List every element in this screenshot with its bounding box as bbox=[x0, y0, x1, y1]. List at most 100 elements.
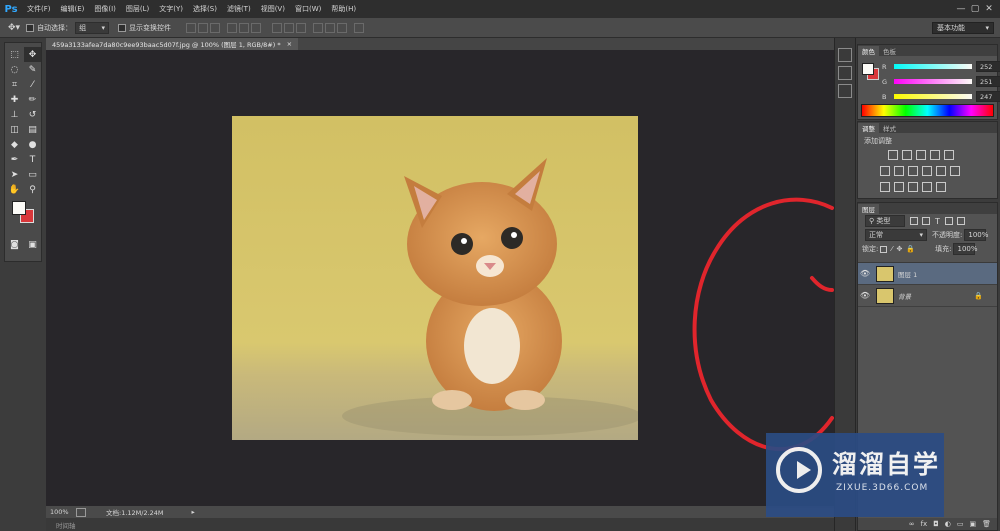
distribute-right-icon[interactable] bbox=[337, 22, 348, 33]
minimize-icon[interactable]: — bbox=[954, 2, 968, 16]
photo-filter-icon[interactable] bbox=[922, 166, 932, 176]
menu-window[interactable]: 窗口(W) bbox=[290, 4, 326, 14]
hue-saturation-icon[interactable] bbox=[880, 166, 890, 176]
status-menu-arrow-icon[interactable]: ▸ bbox=[192, 508, 195, 516]
menu-type[interactable]: 文字(Y) bbox=[154, 4, 188, 14]
visibility-eye-icon[interactable]: 👁 bbox=[858, 269, 872, 278]
menu-edit[interactable]: 编辑(E) bbox=[56, 4, 90, 14]
align-top-icon[interactable] bbox=[186, 22, 197, 33]
align-right-icon[interactable] bbox=[251, 22, 262, 33]
selective-color-icon[interactable] bbox=[936, 182, 946, 192]
blue-value-field[interactable]: 247 bbox=[976, 91, 1000, 102]
delete-layer-icon[interactable]: 🗑 bbox=[982, 520, 991, 528]
dodge-tool-icon[interactable]: ● bbox=[24, 137, 41, 152]
blur-tool-icon[interactable]: ◆ bbox=[6, 137, 23, 152]
lock-position-icon[interactable]: ✥ bbox=[897, 245, 903, 253]
move-tool-icon[interactable]: ✥ bbox=[24, 47, 41, 62]
color-lookup-icon[interactable] bbox=[950, 166, 960, 176]
tab-adjustments[interactable]: 调整 bbox=[858, 123, 879, 133]
healing-tool-icon[interactable]: ✚ bbox=[6, 92, 23, 107]
opacity-field[interactable]: 100% bbox=[964, 229, 988, 241]
gradient-map-icon[interactable] bbox=[922, 182, 932, 192]
menu-file[interactable]: 文件(F) bbox=[22, 4, 56, 14]
invert-icon[interactable] bbox=[880, 182, 890, 192]
maximize-icon[interactable]: ▢ bbox=[968, 2, 982, 16]
canvas-area[interactable] bbox=[46, 50, 834, 506]
layer-filter-dropdown[interactable]: ⚲ 类型 bbox=[865, 215, 905, 227]
green-slider[interactable] bbox=[894, 79, 972, 84]
type-tool-icon[interactable]: T bbox=[24, 152, 41, 167]
layer-style-icon[interactable]: fx bbox=[921, 520, 928, 528]
brightness-icon[interactable] bbox=[888, 150, 898, 160]
eyedropper-tool-icon[interactable]: ⁄ bbox=[24, 77, 41, 92]
align-bottom-icon[interactable] bbox=[210, 22, 221, 33]
menu-help[interactable]: 帮助(H) bbox=[326, 4, 361, 14]
distribute-hcenter-icon[interactable] bbox=[325, 22, 336, 33]
color-balance-icon[interactable] bbox=[894, 166, 904, 176]
lock-paint-icon[interactable]: ⁄ bbox=[891, 245, 892, 253]
foreground-color-swatch[interactable] bbox=[12, 201, 26, 215]
levels-icon[interactable] bbox=[902, 150, 912, 160]
menu-view[interactable]: 视图(V) bbox=[256, 4, 290, 14]
close-icon[interactable]: ✕ bbox=[982, 2, 996, 16]
new-adjustment-icon[interactable]: ◐ bbox=[945, 520, 951, 528]
history-panel-icon[interactable] bbox=[838, 48, 852, 62]
move-tool-icon[interactable]: ✥▾ bbox=[8, 23, 20, 33]
path-select-tool-icon[interactable]: ➤ bbox=[6, 167, 23, 182]
align-hcenter-icon[interactable] bbox=[239, 22, 250, 33]
menu-layer[interactable]: 图层(L) bbox=[121, 4, 154, 14]
menu-filter[interactable]: 滤镜(T) bbox=[222, 4, 256, 14]
auto-select-dropdown[interactable]: 组 ▾ bbox=[75, 21, 110, 34]
marquee-tool-icon[interactable]: ⬚ bbox=[6, 47, 23, 62]
auto-select-checkbox[interactable] bbox=[26, 23, 35, 32]
lock-transparent-icon[interactable] bbox=[880, 245, 888, 253]
black-white-icon[interactable] bbox=[908, 166, 918, 176]
hand-tool-icon[interactable]: ✋ bbox=[6, 182, 23, 197]
status-info-icon[interactable] bbox=[76, 507, 86, 517]
menu-select[interactable]: 选择(S) bbox=[188, 4, 222, 14]
lasso-tool-icon[interactable]: ◌ bbox=[6, 62, 23, 77]
curves-icon[interactable] bbox=[916, 150, 926, 160]
threshold-icon[interactable] bbox=[908, 182, 918, 192]
blend-mode-dropdown[interactable]: 正常 ▾ bbox=[865, 229, 927, 241]
vibrance-icon[interactable] bbox=[944, 150, 954, 160]
red-value-field[interactable]: 252 bbox=[976, 61, 1000, 72]
tab-swatches[interactable]: 色板 bbox=[879, 46, 900, 56]
properties-panel-icon[interactable] bbox=[838, 66, 852, 80]
visibility-eye-icon[interactable]: 👁 bbox=[858, 291, 872, 300]
stamp-tool-icon[interactable]: ⊥ bbox=[6, 107, 23, 122]
distribute-left-icon[interactable] bbox=[313, 22, 324, 33]
color-spectrum-bar[interactable] bbox=[861, 104, 994, 117]
quick-mask-icon[interactable]: ◙ bbox=[6, 237, 23, 252]
add-mask-icon[interactable]: ◘ bbox=[933, 520, 939, 528]
layer-row-background[interactable]: 👁 背景 🔒 bbox=[858, 285, 997, 307]
brush-tool-icon[interactable]: ✏ bbox=[24, 92, 41, 107]
filter-pixel-icon[interactable] bbox=[910, 217, 918, 225]
history-brush-tool-icon[interactable]: ↺ bbox=[24, 107, 41, 122]
shape-tool-icon[interactable]: ▭ bbox=[24, 167, 41, 182]
document-tab[interactable]: 459a3133afea7da80c9ee93baac5d07f.jpg @ 1… bbox=[46, 38, 299, 50]
timeline-tab[interactable]: 时间轴 bbox=[46, 518, 834, 531]
close-tab-icon[interactable]: × bbox=[287, 40, 292, 48]
zoom-level[interactable]: 100% bbox=[46, 508, 76, 516]
channel-mixer-icon[interactable] bbox=[936, 166, 946, 176]
show-transform-checkbox[interactable] bbox=[118, 23, 127, 32]
tab-styles[interactable]: 样式 bbox=[879, 123, 900, 133]
gradient-tool-icon[interactable]: ▤ bbox=[24, 122, 41, 137]
filter-adjust-icon[interactable] bbox=[922, 217, 930, 225]
zoom-tool-icon[interactable]: ⚲ bbox=[24, 182, 41, 197]
tab-layers[interactable]: 图层 bbox=[858, 204, 879, 214]
distribute-bottom-icon[interactable] bbox=[296, 22, 307, 33]
character-panel-icon[interactable] bbox=[838, 84, 852, 98]
link-layers-icon[interactable]: ∞ bbox=[909, 520, 915, 528]
crop-tool-icon[interactable]: ⌗ bbox=[6, 77, 23, 92]
distribute-top-icon[interactable] bbox=[272, 22, 283, 33]
workspace-dropdown[interactable]: 基本功能 ▾ bbox=[932, 22, 994, 34]
new-group-icon[interactable]: ▭ bbox=[957, 520, 964, 528]
layer-row-layer1[interactable]: 👁 图层 1 bbox=[858, 263, 997, 285]
distribute-vcenter-icon[interactable] bbox=[284, 22, 295, 33]
filter-shape-icon[interactable] bbox=[944, 217, 953, 225]
align-vcenter-icon[interactable] bbox=[198, 22, 209, 33]
blue-slider[interactable] bbox=[894, 94, 972, 99]
screen-mode-icon[interactable]: ▣ bbox=[24, 237, 41, 252]
